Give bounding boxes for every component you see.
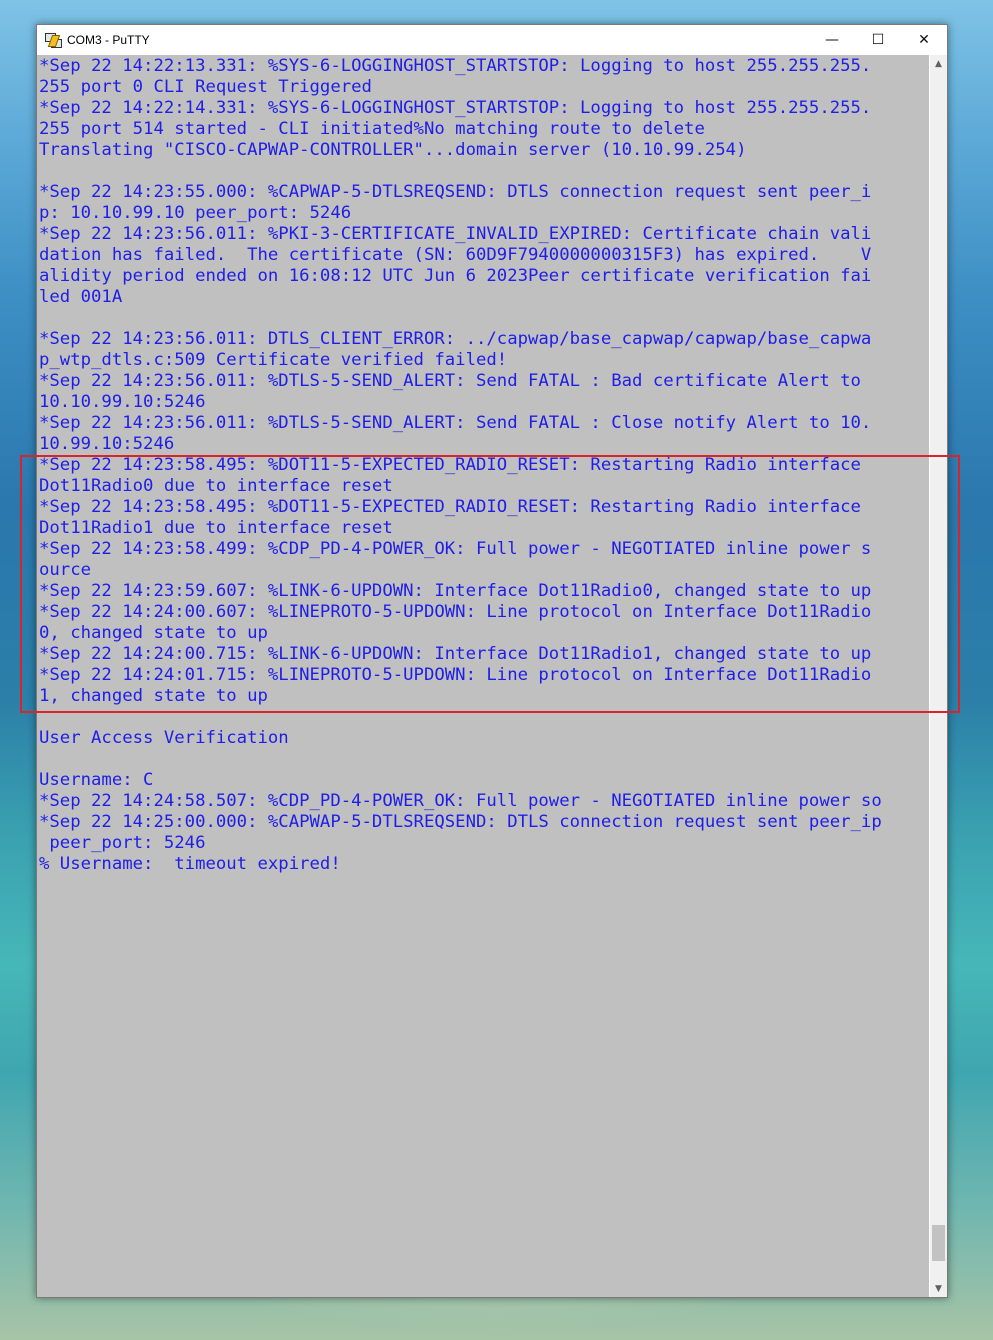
terminal-line: alidity period ended on 16:08:12 UTC Jun…: [39, 266, 872, 286]
terminal-line: p: 10.10.99.10 peer_port: 5246: [39, 203, 352, 223]
terminal-line: 255 port 514 started - CLI initiated%No …: [39, 119, 705, 139]
terminal-line: *Sep 22 14:23:56.011: %DTLS-5-SEND_ALERT…: [39, 371, 861, 391]
title-bar[interactable]: COM3 - PuTTY — ☐ ✕: [37, 25, 947, 55]
terminal-output[interactable]: *Sep 22 14:22:13.331: %SYS-6-LOGGINGHOST…: [37, 55, 929, 1297]
terminal-line: 10.10.99.10:5246: [39, 392, 206, 412]
terminal-line: *Sep 22 14:23:59.607: %LINK-6-UPDOWN: In…: [39, 581, 872, 601]
terminal-line: *Sep 22 14:24:00.715: %LINK-6-UPDOWN: In…: [39, 644, 872, 664]
vertical-scrollbar[interactable]: ▲ ▼: [930, 55, 947, 1297]
terminal-line: *Sep 22 14:24:00.607: %LINEPROTO-5-UPDOW…: [39, 602, 872, 622]
terminal-line: % Username: timeout expired!: [39, 854, 341, 874]
terminal-line: User Access Verification: [39, 728, 289, 748]
putty-app-icon[interactable]: [45, 32, 62, 48]
terminal-line: 255 port 0 CLI Request Triggered: [39, 77, 372, 97]
terminal-line: *Sep 22 14:25:00.000: %CAPWAP-5-DTLSREQS…: [39, 812, 882, 832]
terminal-line: *Sep 22 14:24:58.507: %CDP_PD-4-POWER_OK…: [39, 791, 882, 811]
terminal-line: Username: C: [39, 770, 154, 790]
putty-window: COM3 - PuTTY — ☐ ✕ *Sep 22 14:22:13.331:…: [36, 24, 948, 1298]
terminal-line: *Sep 22 14:23:56.011: DTLS_CLIENT_ERROR:…: [39, 329, 872, 349]
scroll-up-icon[interactable]: ▲: [930, 55, 947, 72]
terminal-line: *Sep 22 14:22:13.331: %SYS-6-LOGGINGHOST…: [39, 56, 872, 76]
window-controls: — ☐ ✕: [809, 25, 947, 55]
scrollbar-thumb[interactable]: [932, 1225, 945, 1261]
terminal-line: Dot11Radio1 due to interface reset: [39, 518, 393, 538]
terminal-line: *Sep 22 14:23:56.011: %PKI-3-CERTIFICATE…: [39, 224, 872, 244]
maximize-button[interactable]: ☐: [855, 25, 901, 55]
terminal-lines: *Sep 22 14:22:13.331: %SYS-6-LOGGINGHOST…: [39, 56, 882, 875]
terminal-line: *Sep 22 14:23:56.011: %DTLS-5-SEND_ALERT…: [39, 413, 872, 433]
terminal-line: led 001A: [39, 287, 123, 307]
minimize-button[interactable]: —: [809, 25, 855, 55]
terminal-line: *Sep 22 14:23:58.499: %CDP_PD-4-POWER_OK…: [39, 539, 872, 559]
terminal-line: *Sep 22 14:23:55.000: %CAPWAP-5-DTLSREQS…: [39, 182, 872, 202]
terminal-line: *Sep 22 14:24:01.715: %LINEPROTO-5-UPDOW…: [39, 665, 872, 685]
close-button[interactable]: ✕: [901, 25, 947, 55]
window-title: COM3 - PuTTY: [67, 33, 150, 47]
terminal-line: ource: [39, 560, 92, 580]
terminal-line: p_wtp_dtls.c:509 Certificate verified fa…: [39, 350, 508, 370]
terminal-line: 1, changed state to up: [39, 686, 268, 706]
terminal-line: 10.99.10:5246: [39, 434, 175, 454]
terminal-line: peer_port: 5246: [39, 833, 206, 853]
terminal-line: Dot11Radio0 due to interface reset: [39, 476, 393, 496]
terminal-line: Translating "CISCO-CAPWAP-CONTROLLER"...…: [39, 140, 747, 160]
terminal-line: *Sep 22 14:22:14.331: %SYS-6-LOGGINGHOST…: [39, 98, 872, 118]
terminal-line: dation has failed. The certificate (SN: …: [39, 245, 872, 265]
scroll-down-icon[interactable]: ▼: [930, 1280, 947, 1297]
terminal-line: *Sep 22 14:23:58.495: %DOT11-5-EXPECTED_…: [39, 497, 861, 517]
terminal-line: *Sep 22 14:23:58.495: %DOT11-5-EXPECTED_…: [39, 455, 861, 475]
terminal-line: 0, changed state to up: [39, 623, 268, 643]
